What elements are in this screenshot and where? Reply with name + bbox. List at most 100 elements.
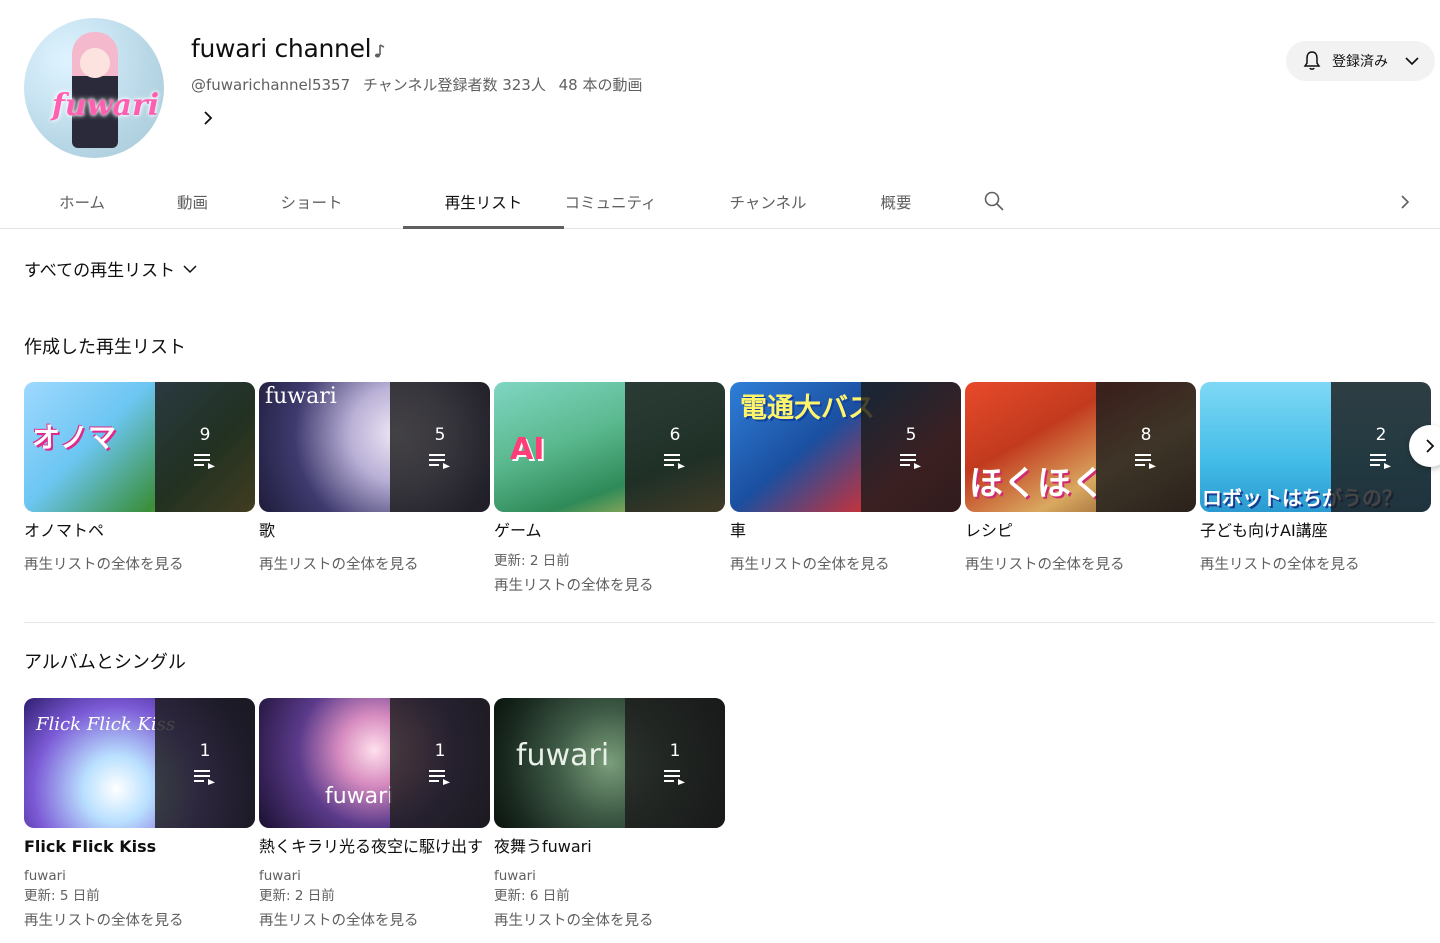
playlist-icon [1135, 454, 1156, 469]
playlist-icon [664, 454, 685, 469]
album-artist[interactable]: fuwari [494, 866, 725, 886]
playlist-count: 5 [434, 425, 446, 445]
channel-meta: @fuwarichannel5357 チャンネル登録者数 323人 48 本の動… [191, 74, 651, 95]
thumbnail-caption: 電通大バス [740, 393, 875, 424]
tab-playlists[interactable]: 再生リスト [403, 176, 564, 229]
playlist-overlay: 6 [625, 382, 725, 512]
view-full-playlist-link[interactable]: 再生リストの全体を見る [1200, 555, 1431, 575]
section-title-albums: アルバムとシングル [24, 652, 186, 673]
album-updated: 更新: 5 日前 [24, 888, 100, 904]
view-full-playlist-link[interactable]: 再生リストの全体を見る [24, 555, 255, 575]
playlist-card[interactable]: 電通大バス 5 車 再生リストの全体を見る [730, 382, 961, 575]
playlist-count: 1 [434, 741, 446, 761]
playlist-card[interactable]: fuwari 5 歌 再生リストの全体を見る [259, 382, 490, 575]
album-card[interactable]: fuwari 1 夜舞うfuwari fuwari 更新: 6 日前 再生リスト… [494, 698, 725, 931]
playlist-icon [429, 770, 450, 785]
album-artist[interactable]: fuwari [259, 866, 490, 886]
album-card[interactable]: fuwari 1 熱くキラリ光る夜空に駆け出す fuwari 更新: 2 日前 … [259, 698, 490, 931]
playlist-overlay: 1 [155, 698, 255, 828]
playlist-card[interactable]: AI 6 ゲーム 更新: 2 日前 再生リストの全体を見る [494, 382, 725, 596]
playlist-count: 1 [669, 741, 681, 761]
chevron-down-icon [1405, 57, 1419, 66]
video-count: 48 本の動画 [558, 76, 643, 94]
playlist-thumbnail[interactable]: 電通大バス 5 [730, 382, 961, 512]
chevron-down-icon [183, 264, 197, 273]
album-artist[interactable]: fuwari [24, 866, 255, 886]
thumbnail-caption: ほくほく [969, 464, 1105, 504]
channel-handle: @fuwarichannel5357 [191, 76, 351, 94]
music-note-icon [374, 44, 385, 58]
avatar-logo: fuwari [52, 88, 160, 123]
thumbnail-caption: fuwari [265, 384, 337, 409]
channel-avatar[interactable]: fuwari [24, 18, 164, 158]
subscriber-count: チャンネル登録者数 323人 [362, 76, 546, 94]
thumbnail-caption: fuwari [516, 738, 610, 773]
playlist-count: 9 [199, 425, 211, 445]
chevron-right-icon[interactable] [1395, 192, 1415, 212]
playlist-overlay: 8 [1096, 382, 1196, 512]
playlist-card[interactable]: オノマ 9 オノマトペ 再生リストの全体を見る [24, 382, 255, 575]
view-full-playlist-link[interactable]: 再生リストの全体を見る [24, 911, 255, 931]
playlist-icon [664, 770, 685, 785]
thumbnail-caption: fuwari [325, 784, 394, 809]
album-updated: 更新: 6 日前 [494, 888, 570, 904]
playlist-title[interactable]: オノマトペ [24, 520, 255, 542]
search-icon[interactable] [983, 190, 1005, 212]
playlist-icon [900, 454, 921, 469]
album-thumbnail[interactable]: fuwari 1 [494, 698, 725, 828]
channel-tabs: ホーム 動画 ショート 再生リスト コミュニティ チャンネル 概要 [0, 176, 1440, 229]
playlist-filter-dropdown[interactable]: すべての再生リスト [24, 256, 199, 281]
playlist-title[interactable]: 歌 [259, 520, 490, 542]
playlist-icon [194, 454, 215, 469]
section-title-created: 作成した再生リスト [24, 337, 186, 358]
playlist-icon [429, 454, 450, 469]
tab-about[interactable]: 概要 [868, 176, 924, 228]
playlist-thumbnail[interactable]: ロボットはちがうの？ 2 [1200, 382, 1431, 512]
album-thumbnail[interactable]: fuwari 1 [259, 698, 490, 828]
album-title[interactable]: 熱くキラリ光る夜空に駆け出す [259, 836, 490, 858]
playlist-overlay: 1 [625, 698, 725, 828]
playlist-icon [194, 770, 215, 785]
album-title[interactable]: Flick Flick Kiss [24, 836, 255, 858]
chevron-right-icon[interactable] [198, 108, 218, 128]
album-card[interactable]: Flick Flick Kiss 1 Flick Flick Kiss fuwa… [24, 698, 255, 931]
thumbnail-caption: オノマ [32, 421, 117, 454]
playlist-thumbnail[interactable]: オノマ 9 [24, 382, 255, 512]
playlist-overlay: 5 [390, 382, 490, 512]
playlist-count: 6 [669, 425, 681, 445]
subscribed-label: 登録済み [1332, 54, 1388, 70]
playlist-icon [1370, 454, 1391, 469]
view-full-playlist-link[interactable]: 再生リストの全体を見る [259, 911, 490, 931]
playlist-thumbnail[interactable]: fuwari 5 [259, 382, 490, 512]
playlist-updated: 更新: 2 日前 [494, 553, 570, 569]
section-divider [24, 622, 1435, 623]
playlist-title[interactable]: レシピ [965, 520, 1196, 542]
view-full-playlist-link[interactable]: 再生リストの全体を見る [965, 555, 1196, 575]
tab-community[interactable]: コミュニティ [555, 176, 666, 228]
playlist-overlay: 9 [155, 382, 255, 512]
playlist-thumbnail[interactable]: ほくほく 8 [965, 382, 1196, 512]
tab-shorts[interactable]: ショート [270, 176, 353, 228]
view-full-playlist-link[interactable]: 再生リストの全体を見る [494, 911, 725, 931]
playlist-thumbnail[interactable]: AI 6 [494, 382, 725, 512]
playlist-title[interactable]: 車 [730, 520, 961, 542]
album-title[interactable]: 夜舞うfuwari [494, 836, 725, 858]
album-updated: 更新: 2 日前 [259, 888, 335, 904]
album-thumbnail[interactable]: Flick Flick Kiss 1 [24, 698, 255, 828]
tab-videos[interactable]: 動画 [165, 176, 220, 228]
playlist-title[interactable]: 子ども向けAI講座 [1200, 520, 1431, 542]
channel-title: fuwari channel [191, 34, 372, 63]
tab-channels[interactable]: チャンネル [718, 176, 818, 228]
filter-label: すべての再生リスト [24, 261, 176, 281]
view-full-playlist-link[interactable]: 再生リストの全体を見る [259, 555, 490, 575]
tab-home[interactable]: ホーム [48, 176, 116, 228]
playlist-card[interactable]: ほくほく 8 レシピ 再生リストの全体を見る [965, 382, 1196, 575]
playlist-overlay: 1 [390, 698, 490, 828]
playlist-count: 8 [1140, 425, 1152, 445]
playlist-card[interactable]: ロボットはちがうの？ 2 子ども向けAI講座 再生リストの全体を見る [1200, 382, 1431, 575]
subscribed-button[interactable]: 登録済み [1286, 41, 1435, 81]
playlist-count: 5 [905, 425, 917, 445]
view-full-playlist-link[interactable]: 再生リストの全体を見る [494, 576, 725, 596]
playlist-title[interactable]: ゲーム [494, 520, 725, 542]
view-full-playlist-link[interactable]: 再生リストの全体を見る [730, 555, 961, 575]
